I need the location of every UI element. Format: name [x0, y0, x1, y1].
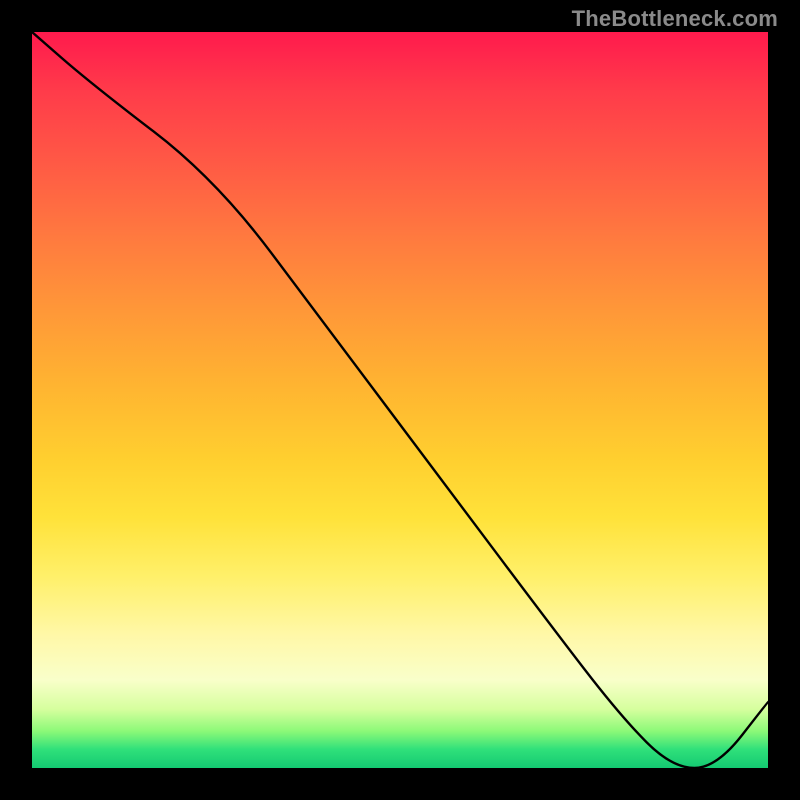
chart-frame: TheBottleneck.com: [0, 0, 800, 800]
data-curve: [32, 32, 768, 768]
line-overlay: [32, 32, 768, 768]
watermark-text: TheBottleneck.com: [572, 6, 778, 32]
plot-area: [30, 30, 770, 770]
